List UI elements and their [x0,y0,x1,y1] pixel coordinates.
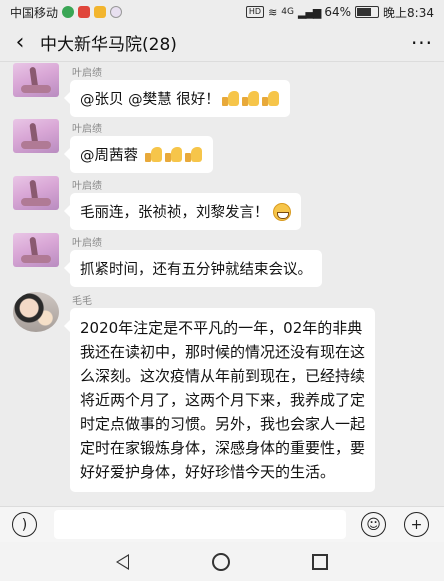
message-text: 2020年注定是不平凡的一年，02年的非典我还在读初中，那时候的情况还没有现在这… [80,319,366,481]
circle-home-icon[interactable] [212,553,230,571]
sender-name: 毛毛 [72,296,92,307]
avatar[interactable] [13,176,59,210]
thumbs-up-icon [261,91,280,106]
more-options-button[interactable]: ··· [400,31,444,55]
plus-icon: + [410,516,423,533]
more-functions-button[interactable]: + [404,512,429,537]
sender-name: 叶启绩 [72,181,102,192]
sender-name: 叶启绩 [72,124,102,135]
misc-notification-icon [110,6,123,18]
battery-icon [355,6,380,18]
chat-notification-icon [62,6,75,18]
clock: 晚上8:34 [383,5,434,20]
square-recent-icon[interactable] [312,554,328,570]
avatar[interactable] [13,233,59,267]
mail-notification-icon [94,6,107,18]
chat-header: ‹ 中大新华马院(28) ··· [0,24,444,62]
message-bubble[interactable]: 抓紧时间，还有五分钟就结束会议。 [64,250,322,287]
hd-icon: HD [245,6,265,18]
sender-name: 叶启绩 [72,68,102,79]
voice-icon: ) [21,516,28,533]
message-list[interactable]: 叶启绩 @张贝 @樊慧 很好！ 叶启绩 @周茜蓉 叶启绩 毛丽连，张祯祯，刘黎发… [0,62,444,506]
battery-fill [357,8,372,16]
avatar[interactable] [13,292,59,332]
avatar[interactable] [13,119,59,153]
sender-name: 叶启绩 [72,238,102,249]
signal-icon: ▂▄▆ [297,5,321,19]
voice-button[interactable]: ) [12,512,37,537]
triangle-back-icon[interactable] [116,554,129,570]
back-button[interactable]: ‹ [0,30,40,55]
message-bubble[interactable]: 毛丽连，张祯祯，刘黎发言！ [64,193,301,230]
app-notification-icon [78,6,91,18]
message-bubble[interactable]: @周茜蓉 [64,136,213,173]
battery-percent: 64% [324,5,352,19]
status-right: HD ≋ 4G ▂▄▆ 64% 晚上8:34 [245,4,434,21]
emoji-button[interactable]: ☺ [361,512,386,537]
thumbs-up-icon [144,147,163,162]
status-bar: 中国移动 HD ≋ 4G ▂▄▆ 64% 晚上8:34 [0,0,444,24]
message-text: 毛丽连，张祯祯，刘黎发言！ [80,205,269,221]
vibrate-icon: ≋ [268,5,278,19]
chevron-left-icon: ‹ [15,30,25,55]
smiley-icon: ☺ [366,516,381,533]
status-left: 中国移动 [10,4,123,21]
network-label: 4G [281,7,294,17]
input-bar: ) ☺ + [0,506,444,542]
carrier-label: 中国移动 [10,5,59,20]
thumbs-up-icon [241,91,260,106]
system-nav-bar [0,542,444,581]
message-bubble[interactable]: @张贝 @樊慧 很好！ [64,80,290,117]
message-bubble[interactable]: 2020年注定是不平凡的一年，02年的非典我还在读初中，那时候的情况还没有现在这… [64,308,375,492]
message-text: 抓紧时间，还有五分钟就结束会议。 [80,262,312,278]
thumbs-up-icon [184,147,203,162]
message-text: @张贝 @樊慧 很好！ [80,92,220,108]
message-input[interactable] [54,510,346,539]
message-text: @周茜蓉 [80,148,143,164]
avatar[interactable] [13,63,59,97]
page-title: 中大新华马院(28) [40,35,177,55]
grin-emoji-icon [272,203,291,221]
thumbs-up-icon [164,147,183,162]
thumbs-up-icon [221,91,240,106]
